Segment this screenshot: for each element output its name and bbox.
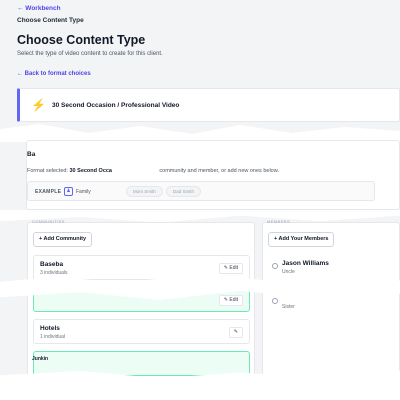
assignment-heading: Ba [27, 151, 36, 158]
back-to-format-link[interactable]: ← Back to format choices [17, 71, 91, 77]
selected-suffix: community and member, or add new ones be… [159, 168, 279, 174]
format-name: 30 Second Occasion / Professional Video [52, 102, 180, 109]
member-role: Uncle [282, 269, 295, 275]
community-count: 1 individual [40, 334, 66, 340]
assignment-card: Ba Format selected: 30 Second Occa commu… [26, 140, 400, 210]
page-title: Choose Content Type [17, 33, 146, 47]
lightning-bolt-icon: ⚡ [31, 98, 46, 112]
community-name: Hotels [40, 325, 60, 332]
format-selected-text: Format selected: 30 Second Occa communit… [27, 168, 279, 174]
selected-format: 30 Second Occa [69, 168, 113, 174]
edit-community-button[interactable]: ✎ Edit [218, 295, 243, 306]
family-icon: ♟ [64, 187, 73, 196]
breadcrumb-back-link[interactable]: ← Workbench [17, 4, 84, 13]
breadcrumb: ← Workbench Choose Content Type [17, 4, 84, 25]
community-name: Baseba [40, 261, 64, 268]
example-group-label: Family [76, 189, 91, 195]
communities-section-label: COMMUNITIES [32, 219, 65, 224]
example-box: EXAMPLE ♟ Family Mom Smith Dad Smith [27, 181, 375, 201]
torn-overlay-top [0, 124, 400, 142]
page-subtitle: Select the type of video content to crea… [17, 51, 163, 57]
edit-community-button[interactable]: ✎ [228, 327, 243, 338]
member-name: Jason Williams [282, 260, 329, 267]
edit-community-button[interactable]: ✎ Edit [218, 263, 243, 274]
members-panel: MEMBERS + Add Your Members Jason William… [262, 219, 400, 382]
member-radio[interactable] [272, 298, 278, 304]
example-chip: Dad Smith [166, 186, 202, 197]
communities-panel: COMMUNITIES + Add Community Baseba 3 ind… [27, 219, 255, 382]
add-members-button[interactable]: + Add Your Members [268, 232, 335, 247]
breadcrumb-current: Choose Content Type [17, 17, 84, 24]
member-role: Sister [282, 304, 295, 310]
community-item[interactable]: Hotels 1 individual ✎ [33, 319, 250, 344]
selected-format-card: ⚡ 30 Second Occasion / Professional Vide… [17, 88, 400, 122]
add-community-button[interactable]: + Add Community [33, 232, 93, 247]
community-name-cutoff: Junkin [32, 356, 49, 362]
members-section-label: MEMBERS [267, 219, 291, 224]
member-radio[interactable] [272, 263, 278, 269]
selected-prefix: Format selected: [27, 168, 68, 174]
example-label: EXAMPLE [35, 189, 62, 195]
community-count: 3 individuals [40, 270, 68, 276]
example-chip: Mom Smith [126, 186, 163, 197]
